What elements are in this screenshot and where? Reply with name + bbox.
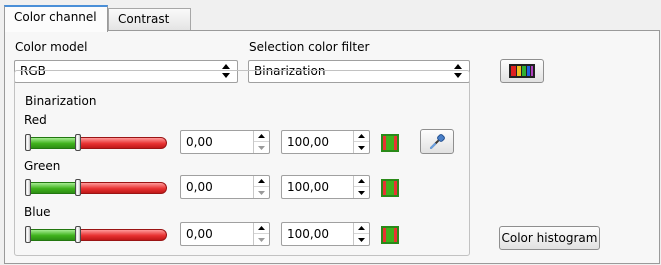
spin-value: 0,00 — [186, 135, 213, 149]
range-slider-green[interactable] — [25, 179, 167, 196]
chevron-down-icon — [258, 190, 265, 195]
chevron-down-icon — [358, 237, 365, 242]
spin-up-button[interactable] — [354, 131, 369, 142]
slider-handle-high[interactable] — [75, 179, 81, 196]
spin-up-button[interactable] — [354, 223, 369, 234]
spin-buttons — [353, 131, 369, 153]
spin-down-button[interactable] — [254, 142, 269, 153]
channel-label-green: Green — [24, 159, 61, 173]
spin-buttons — [353, 176, 369, 198]
tab-label: Color channel — [14, 10, 97, 24]
color-range-icon — [381, 134, 399, 152]
range-slider-red[interactable] — [25, 134, 167, 151]
spin-up-button[interactable] — [254, 176, 269, 187]
selection-filter-label: Selection color filter — [249, 40, 370, 54]
spin-up-button[interactable] — [254, 131, 269, 142]
chevron-down-icon — [258, 237, 265, 242]
spin-buttons — [353, 223, 369, 245]
spin-down-button[interactable] — [354, 187, 369, 198]
spin-buttons — [253, 223, 269, 245]
palette-button[interactable] — [500, 59, 544, 83]
blue-min-spinbox[interactable]: 0,00 — [180, 222, 270, 246]
spin-value: 100,00 — [287, 180, 329, 194]
spin-down-button[interactable] — [354, 142, 369, 153]
color-range-icon — [381, 226, 399, 244]
slider-handle-low[interactable] — [25, 134, 31, 151]
channel-label-blue: Blue — [24, 205, 51, 219]
out-of-range-track — [77, 182, 167, 194]
chevron-up-icon — [258, 179, 265, 183]
spin-value: 0,00 — [186, 180, 213, 194]
slider-handle-low[interactable] — [25, 226, 31, 243]
spin-down-button[interactable] — [254, 234, 269, 245]
red-max-spinbox[interactable]: 100,00 — [281, 130, 370, 154]
tab-color-channel[interactable]: Color channel — [4, 5, 108, 32]
slider-handle-high[interactable] — [75, 134, 81, 151]
range-slider-blue[interactable] — [25, 226, 167, 243]
tab-contrast[interactable]: Contrast — [108, 8, 191, 30]
spin-down-button[interactable] — [354, 234, 369, 245]
spin-buttons — [253, 176, 269, 198]
binarization-group-title: Binarization — [22, 94, 100, 108]
spin-down-button[interactable] — [254, 187, 269, 198]
chevron-up-icon — [358, 226, 365, 230]
spin-value: 100,00 — [287, 227, 329, 241]
eyedropper-icon — [430, 133, 445, 149]
chevron-down-icon — [358, 145, 365, 150]
blue-max-spinbox[interactable]: 100,00 — [281, 222, 370, 246]
spin-up-button[interactable] — [254, 223, 269, 234]
green-max-spinbox[interactable]: 100,00 — [281, 175, 370, 199]
out-of-range-track — [77, 137, 167, 149]
spin-value: 100,00 — [287, 135, 329, 149]
channel-label-red: Red — [24, 113, 47, 127]
chevron-up-icon — [258, 226, 265, 230]
spin-value: 0,00 — [186, 227, 213, 241]
green-min-spinbox[interactable]: 0,00 — [180, 175, 270, 199]
chevron-up-icon — [258, 134, 265, 138]
slider-handle-low[interactable] — [25, 179, 31, 196]
red-min-spinbox[interactable]: 0,00 — [180, 130, 270, 154]
eyedropper-button[interactable] — [420, 129, 454, 154]
color-palette-icon — [509, 64, 535, 78]
color-histogram-button[interactable]: Color histogram — [499, 226, 600, 250]
chevron-up-icon — [358, 134, 365, 138]
spin-up-button[interactable] — [354, 176, 369, 187]
slider-handle-high[interactable] — [75, 226, 81, 243]
spin-buttons — [253, 131, 269, 153]
tab-label: Contrast — [118, 12, 170, 26]
color-range-icon — [381, 179, 399, 197]
color-model-label: Color model — [15, 40, 88, 54]
chevron-up-icon — [358, 179, 365, 183]
color-histogram-label: Color histogram — [501, 231, 598, 245]
out-of-range-track — [77, 229, 167, 241]
chevron-down-icon — [358, 190, 365, 195]
chevron-down-icon — [258, 145, 265, 150]
